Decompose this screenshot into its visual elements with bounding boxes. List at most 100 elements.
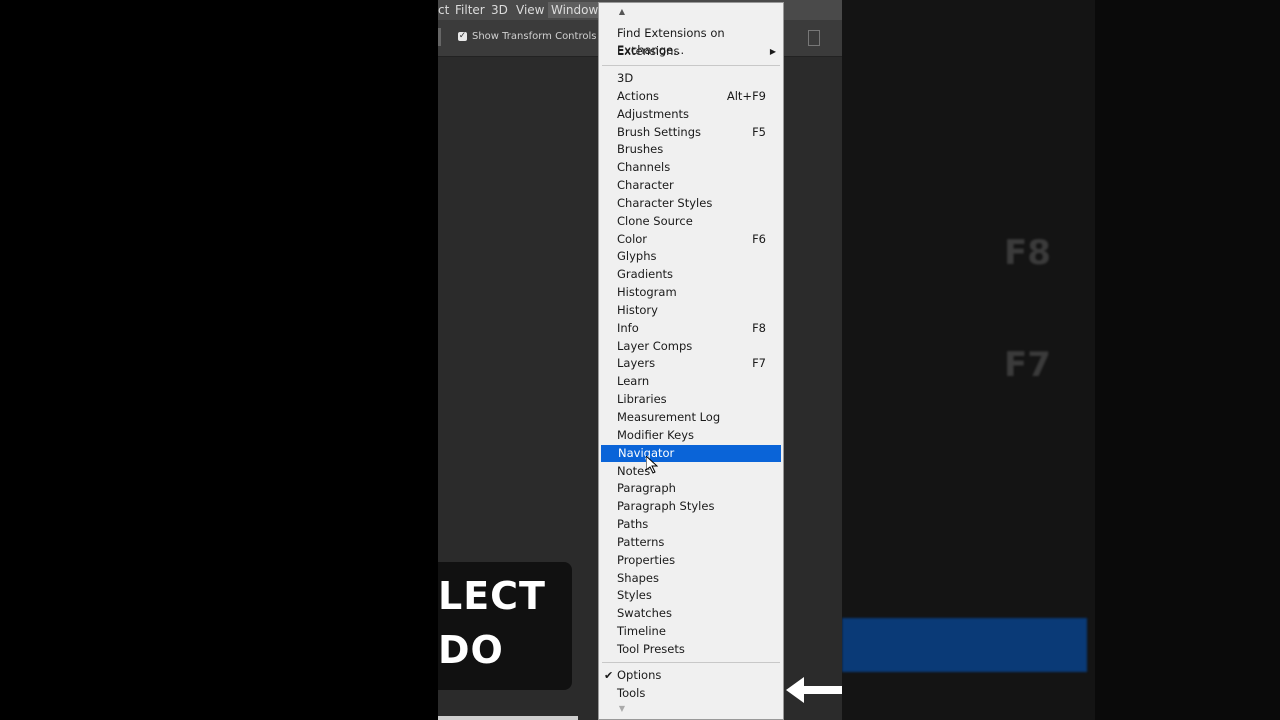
menu-item-label: Gradients	[617, 267, 674, 282]
bottom-strip	[438, 716, 578, 720]
menu-item-label: Patterns	[617, 534, 665, 549]
window-menu: ▲ Find Extensions on Exchange... Extensi…	[598, 2, 784, 720]
scroll-down-icon[interactable]: ▼	[617, 705, 627, 713]
menu-item-label: Info	[617, 320, 639, 335]
menu-item-brushes[interactable]: Brushes	[600, 141, 782, 158]
menu-item-navigator[interactable]: Navigator	[601, 444, 781, 462]
mouse-cursor-icon	[646, 456, 658, 474]
menu-item-label: Glyphs	[617, 249, 657, 264]
menu-item-label: Options	[617, 668, 662, 682]
menu-item-label: Histogram	[617, 285, 677, 300]
menu-item-label: Tools	[617, 686, 646, 700]
menu-item-label: Layers	[617, 356, 656, 371]
menu-item-shortcut: F8	[752, 320, 766, 335]
menu-item-brush-settings[interactable]: Brush Settings F5	[600, 124, 782, 141]
show-transform-label: Show Transform Controls	[472, 31, 597, 42]
menu-item-shortcut: F6	[752, 231, 766, 246]
menu-item-extensions[interactable]: Extensions ▶	[600, 43, 782, 60]
menu-item-label: Modifier Keys	[617, 427, 694, 442]
menu-item-paths[interactable]: Paths	[600, 516, 782, 533]
menu-item-label: Clone Source	[617, 213, 693, 228]
show-transform-checkbox[interactable]: ✓	[458, 32, 467, 41]
menu-item-notes[interactable]: Notes	[600, 463, 782, 480]
menu-item-info[interactable]: Info F8	[600, 320, 782, 337]
menu-filter[interactable]: Filter	[455, 3, 485, 17]
blurred-highlight-bar	[842, 618, 1087, 672]
menu-3d[interactable]: 3D	[491, 3, 508, 17]
menu-item-label: Layer Comps	[617, 338, 693, 353]
menu-select[interactable]: ct	[438, 3, 449, 17]
menu-item-label: Brush Settings	[617, 124, 702, 139]
menu-separator	[602, 662, 780, 663]
checkmark-icon: ✔	[604, 669, 614, 682]
caption-line-1: LECT	[438, 574, 546, 618]
menu-item-label: Timeline	[617, 624, 666, 638]
menu-item-label: Swatches	[617, 606, 672, 621]
menu-item-learn[interactable]: Learn	[600, 373, 782, 390]
menu-item-label: Shapes	[617, 570, 660, 585]
menu-item-channels[interactable]: Channels	[600, 159, 782, 176]
menu-separator	[602, 65, 780, 66]
menu-item-label: Actions	[617, 88, 660, 103]
align-control-icon[interactable]	[808, 30, 820, 46]
menu-item-shortcut: F7	[752, 356, 766, 371]
submenu-arrow-icon: ▶	[769, 47, 776, 56]
menu-item-paragraph[interactable]: Paragraph	[600, 480, 782, 497]
menu-item-label: Paragraph	[617, 481, 676, 496]
blurred-background: F8 F7	[842, 0, 1280, 720]
menu-item-shortcut: Alt+F9	[726, 88, 766, 103]
menu-item-label: History	[617, 302, 658, 317]
menu-item-layers[interactable]: Layers F7	[600, 355, 782, 372]
menu-item-label: Libraries	[617, 392, 667, 407]
menu-item-styles[interactable]: Styles	[600, 587, 782, 604]
menu-item-measurement-log[interactable]: Measurement Log	[600, 409, 782, 426]
pointer-arrow-icon	[786, 677, 842, 703]
menu-item-clone-source[interactable]: Clone Source	[600, 213, 782, 230]
menu-item-swatches[interactable]: Swatches	[600, 605, 782, 622]
menu-item-3d[interactable]: 3D	[600, 70, 782, 87]
menu-item-label: Extensions	[617, 44, 680, 58]
menu-item-options[interactable]: ✔ Options	[600, 667, 782, 684]
menu-item-tool-presets[interactable]: Tool Presets	[600, 641, 782, 658]
menu-item-paragraph-styles[interactable]: Paragraph Styles	[600, 498, 782, 515]
menu-item-label: Styles	[617, 588, 652, 603]
menu-item-character-styles[interactable]: Character Styles	[600, 195, 782, 212]
menu-view[interactable]: View	[516, 3, 544, 17]
menu-item-label: Character	[617, 178, 674, 192]
blurred-shortcut-f8: F8	[1004, 233, 1051, 273]
menu-item-tools[interactable]: Tools	[600, 685, 782, 702]
menu-item-actions[interactable]: Actions Alt+F9	[600, 88, 782, 105]
menu-item-character[interactable]: Character	[600, 177, 782, 194]
menu-item-shapes[interactable]: Shapes	[600, 570, 782, 587]
menu-window[interactable]: Window	[548, 2, 602, 18]
menu-item-glyphs[interactable]: Glyphs	[600, 248, 782, 265]
caption-overlay: LECT DO	[438, 562, 572, 690]
menu-item-label: Properties	[617, 552, 676, 567]
menu-item-adjustments[interactable]: Adjustments	[600, 106, 782, 123]
scroll-up-icon[interactable]: ▲	[617, 8, 627, 16]
options-bar-grip	[438, 28, 441, 46]
menu-item-layer-comps[interactable]: Layer Comps	[600, 338, 782, 355]
menu-item-label: Character Styles	[617, 195, 713, 210]
menu-item-label: Measurement Log	[617, 410, 721, 424]
menu-item-find-extensions[interactable]: Find Extensions on Exchange...	[600, 25, 782, 57]
menu-item-label: Brushes	[617, 142, 664, 157]
menu-item-history[interactable]: History	[600, 302, 782, 319]
menu-item-shortcut: F5	[752, 124, 766, 139]
menu-item-label: Adjustments	[617, 106, 690, 121]
menu-item-label: 3D	[617, 71, 634, 85]
menu-item-label: Color	[617, 231, 648, 246]
menu-item-timeline[interactable]: Timeline	[600, 623, 782, 640]
menu-item-properties[interactable]: Properties	[600, 552, 782, 569]
menu-item-color[interactable]: Color F6	[600, 231, 782, 248]
caption-line-2: DO	[438, 628, 504, 672]
menu-item-libraries[interactable]: Libraries	[600, 391, 782, 408]
menu-item-label: Learn	[617, 374, 650, 389]
menu-item-patterns[interactable]: Patterns	[600, 534, 782, 551]
menu-item-histogram[interactable]: Histogram	[600, 284, 782, 301]
menu-item-modifier-keys[interactable]: Modifier Keys	[600, 427, 782, 444]
menu-item-label: Tool Presets	[617, 641, 685, 656]
menu-item-gradients[interactable]: Gradients	[600, 266, 782, 283]
menu-item-label: Channels	[617, 160, 671, 175]
blurred-shortcut-f7: F7	[1004, 345, 1051, 385]
